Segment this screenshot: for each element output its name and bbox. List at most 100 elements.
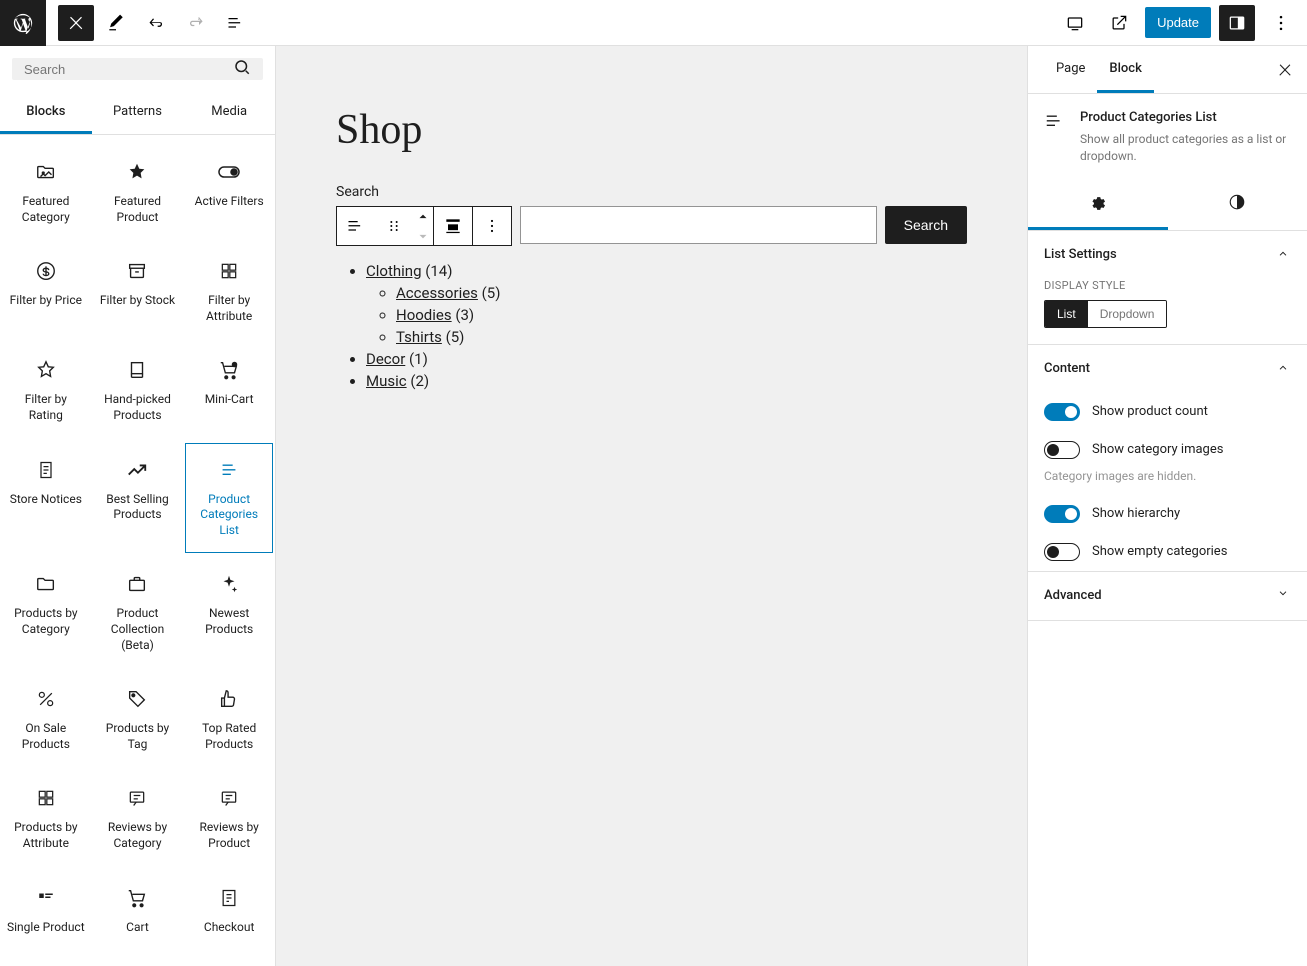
toolbar-drag-icon[interactable] [375, 207, 413, 245]
block-item-checkout[interactable]: Checkout [185, 871, 273, 951]
block-item-label: Reviews by Product [190, 820, 268, 851]
sparkle-icon [217, 572, 241, 596]
toggle-hierarchy[interactable] [1044, 505, 1080, 523]
block-item-hand-picked-products[interactable]: Hand-picked Products [94, 343, 182, 438]
move-down-icon[interactable] [413, 226, 433, 245]
category-link[interactable]: Decor [366, 350, 405, 368]
tab-patterns[interactable]: Patterns [92, 92, 184, 134]
block-item-reviews-by-category[interactable]: Reviews by Category [94, 771, 182, 866]
tab-page[interactable]: Page [1044, 47, 1097, 93]
tab-media[interactable]: Media [183, 92, 275, 134]
block-item-filter-by-stock[interactable]: Filter by Stock [94, 244, 182, 339]
block-item-single-product[interactable]: Single Product [2, 871, 90, 951]
block-item-label: Newest Products [190, 606, 268, 637]
block-item-on-sale-products[interactable]: On Sale Products [2, 672, 90, 767]
block-item-active-filters[interactable]: Active Filters [185, 145, 273, 240]
block-item-newest-products[interactable]: Newest Products [185, 557, 273, 668]
update-button[interactable]: Update [1145, 7, 1211, 38]
toggle-product-count[interactable] [1044, 403, 1080, 421]
item-list-icon [34, 886, 58, 910]
block-item-featured-product[interactable]: Featured Product [94, 145, 182, 240]
display-dropdown-button[interactable]: Dropdown [1088, 301, 1167, 327]
checkout-icon [217, 886, 241, 910]
close-icon[interactable] [1267, 52, 1303, 88]
category-link[interactable]: Music [366, 372, 407, 390]
images-hint: Category images are hidden. [1028, 469, 1307, 495]
subtab-settings[interactable] [1028, 181, 1168, 230]
block-item-label: Filter by Rating [7, 392, 85, 423]
document-overview-icon[interactable] [218, 5, 254, 41]
toolbar-list-icon[interactable] [337, 207, 375, 245]
block-item-product-collection-beta-[interactable]: Product Collection (Beta) [94, 557, 182, 668]
category-list-block[interactable]: Clothing (14)Accessories (5)Hoodies (3)T… [336, 262, 967, 390]
search-icon [233, 58, 251, 80]
block-search[interactable] [12, 58, 263, 80]
block-item-filter-by-attribute[interactable]: Filter by Attribute [185, 244, 273, 339]
options-icon[interactable] [1263, 5, 1299, 41]
block-item-label: Mini-Cart [205, 392, 254, 408]
search-field-input[interactable] [520, 206, 877, 244]
view-icon[interactable] [1057, 5, 1093, 41]
block-item-label: Hand-picked Products [99, 392, 177, 423]
tab-block[interactable]: Block [1097, 47, 1153, 93]
category-link[interactable]: Tshirts [396, 328, 442, 346]
block-item-label: Product Categories List [190, 492, 268, 539]
chevron-down-icon [1275, 586, 1291, 606]
block-item-products-by-tag[interactable]: Products by Tag [94, 672, 182, 767]
block-item-products-by-attribute[interactable]: Products by Attribute [2, 771, 90, 866]
toggle-empty-categories[interactable] [1044, 543, 1080, 561]
block-item-reviews-by-product[interactable]: Reviews by Product [185, 771, 273, 866]
grid-icon [217, 259, 241, 283]
category-link[interactable]: Clothing [366, 262, 422, 280]
block-item-label: Products by Tag [99, 721, 177, 752]
list-settings-header[interactable]: List Settings [1028, 231, 1307, 279]
search-button[interactable]: Search [885, 206, 967, 244]
block-item-label: Reviews by Category [99, 820, 177, 851]
edit-icon[interactable] [98, 5, 134, 41]
toggle-category-images[interactable] [1044, 441, 1080, 459]
close-inserter-button[interactable] [58, 5, 94, 41]
block-item-cart[interactable]: Cart [94, 871, 182, 951]
review-icon [125, 786, 149, 810]
block-item-featured-category[interactable]: Featured Category [2, 145, 90, 240]
undo-icon[interactable] [138, 5, 174, 41]
category-item: Music (2) [366, 372, 967, 390]
block-item-label: Cart [126, 920, 149, 936]
block-item-mini-cart[interactable]: Mini-Cart [185, 343, 273, 438]
block-item-product-categories-list[interactable]: Product Categories List [185, 443, 273, 554]
category-link[interactable]: Hoodies [396, 306, 452, 324]
display-list-button[interactable]: List [1045, 301, 1088, 327]
toggle-icon [217, 160, 241, 184]
block-item-label: Active Filters [195, 194, 264, 210]
block-item-label: Featured Category [7, 194, 85, 225]
category-link[interactable]: Accessories [396, 284, 478, 302]
block-item-label: Filter by Stock [100, 293, 175, 309]
editor-canvas[interactable]: Shop Search [276, 46, 1027, 966]
block-item-filter-by-rating[interactable]: Filter by Rating [2, 343, 90, 438]
settings-panel: Page Block Product Categories List Show … [1027, 46, 1307, 966]
block-item-label: On Sale Products [7, 721, 85, 752]
review-icon [217, 786, 241, 810]
advanced-header[interactable]: Advanced [1028, 572, 1307, 620]
folder-image-icon [34, 160, 58, 184]
content-header[interactable]: Content [1028, 345, 1307, 393]
toolbar-align-icon[interactable] [434, 207, 472, 245]
block-item-top-rated-products[interactable]: Top Rated Products [185, 672, 273, 767]
search-input[interactable] [24, 62, 233, 77]
search-label: Search [336, 184, 967, 200]
move-up-icon[interactable] [413, 207, 433, 226]
block-item-label: Top Rated Products [190, 721, 268, 752]
block-item-store-notices[interactable]: Store Notices [2, 443, 90, 554]
block-item-best-selling-products[interactable]: Best Selling Products [94, 443, 182, 554]
category-item: Decor (1) [366, 350, 967, 368]
block-item-filter-by-price[interactable]: Filter by Price [2, 244, 90, 339]
page-title[interactable]: Shop [336, 106, 967, 154]
wordpress-logo[interactable] [0, 0, 46, 46]
external-link-icon[interactable] [1101, 5, 1137, 41]
chevron-up-icon [1275, 245, 1291, 265]
block-item-products-by-category[interactable]: Products by Category [2, 557, 90, 668]
tab-blocks[interactable]: Blocks [0, 92, 92, 134]
settings-panel-toggle[interactable] [1219, 5, 1255, 41]
toolbar-more-icon[interactable] [473, 207, 511, 245]
subtab-styles[interactable] [1168, 181, 1307, 230]
